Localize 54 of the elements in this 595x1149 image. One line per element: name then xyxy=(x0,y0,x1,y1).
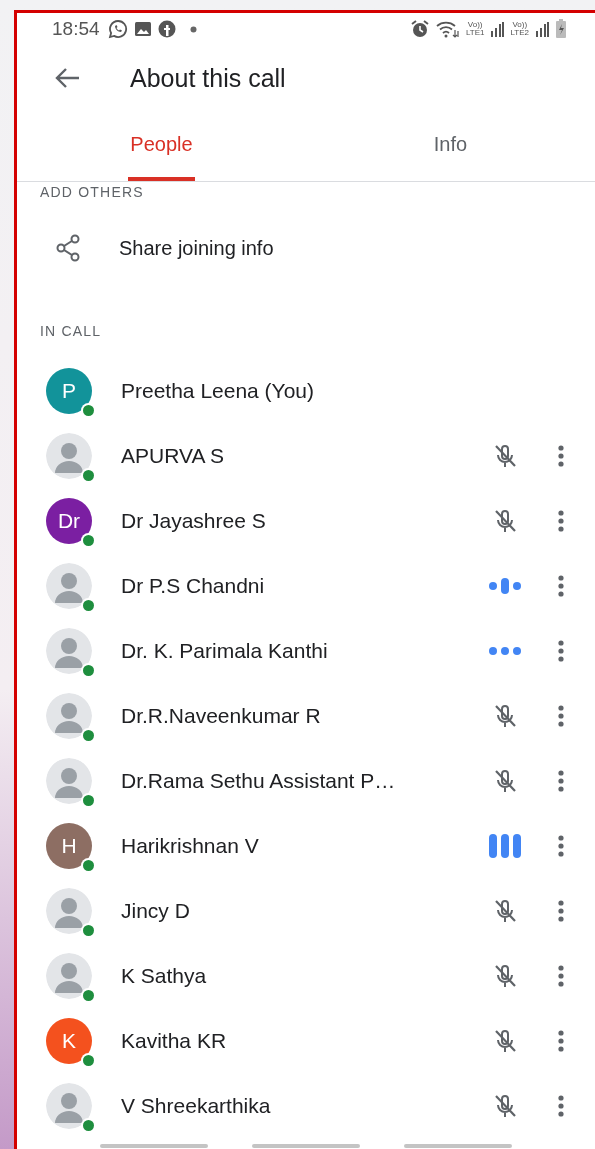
chat-bubble-icon xyxy=(107,19,128,39)
section-heading: IN CALL xyxy=(39,323,102,339)
online-status-dot xyxy=(81,987,96,1003)
avatar-silhouette xyxy=(46,562,92,609)
participant-name: Dr. K. Parimala Kanthi xyxy=(121,638,328,663)
screen-title: About this call xyxy=(130,63,286,93)
wifi-icon xyxy=(435,20,460,38)
participant-name: Dr.Rama Sethu Assistant P… xyxy=(121,768,396,793)
avatar-initial: P xyxy=(46,367,92,414)
avatar-initial: H xyxy=(46,822,92,869)
avatar-silhouette xyxy=(46,432,92,479)
participant-name: Dr P.S Chandni xyxy=(121,573,265,598)
online-status-dot xyxy=(81,1117,96,1133)
battery-charging-icon xyxy=(555,19,567,39)
signal-icon xyxy=(490,21,505,37)
status-time: 18:54 xyxy=(52,18,100,40)
avatar-silhouette xyxy=(46,627,92,674)
alarm-clock-icon xyxy=(409,19,430,39)
online-status-dot xyxy=(81,727,96,743)
online-status-dot xyxy=(81,857,96,873)
participant-name: Harikrishnan V xyxy=(121,833,259,858)
participant-name: K Sathya xyxy=(121,963,207,988)
online-status-dot xyxy=(81,597,96,613)
online-status-dot xyxy=(81,792,96,808)
participant-name: Preetha Leena (You) xyxy=(121,378,315,403)
avatar-silhouette xyxy=(46,692,92,739)
online-status-dot xyxy=(81,922,96,938)
avatar-silhouette xyxy=(46,1082,92,1129)
online-status-dot xyxy=(81,662,96,678)
share-joining-info-item[interactable]: Share joining info xyxy=(17,216,294,280)
online-status-dot xyxy=(81,402,96,418)
circle-logo-icon xyxy=(157,20,176,38)
image-icon xyxy=(133,20,152,38)
sim-label: Vo)) LTE2 xyxy=(510,21,529,37)
signal-icon xyxy=(535,21,549,37)
section-heading: ADD OTHERS xyxy=(39,184,144,200)
dot-icon xyxy=(189,25,197,33)
participant-name: V Shreekarthika xyxy=(121,1093,271,1118)
avatar-silhouette xyxy=(46,887,92,934)
sim-label: Vo)) LTE1 xyxy=(465,21,485,37)
avatar-silhouette xyxy=(46,757,92,804)
tab[interactable]: People xyxy=(128,111,195,181)
online-status-dot xyxy=(81,467,96,483)
participant-name: Jincy D xyxy=(121,898,190,923)
participant-name: Dr Jayashree S xyxy=(121,508,266,533)
tab[interactable]: Info xyxy=(417,111,484,181)
participant-name: Dr.R.Naveenkumar R xyxy=(121,703,321,728)
avatar-initial: K xyxy=(46,1017,92,1064)
avatar-initial: Dr xyxy=(46,497,92,544)
avatar-silhouette xyxy=(46,952,92,999)
online-status-dot xyxy=(81,532,96,548)
participant-name: APURVA S xyxy=(121,443,225,468)
participant-name: Kavitha KR xyxy=(121,1028,227,1053)
online-status-dot xyxy=(81,1052,96,1068)
